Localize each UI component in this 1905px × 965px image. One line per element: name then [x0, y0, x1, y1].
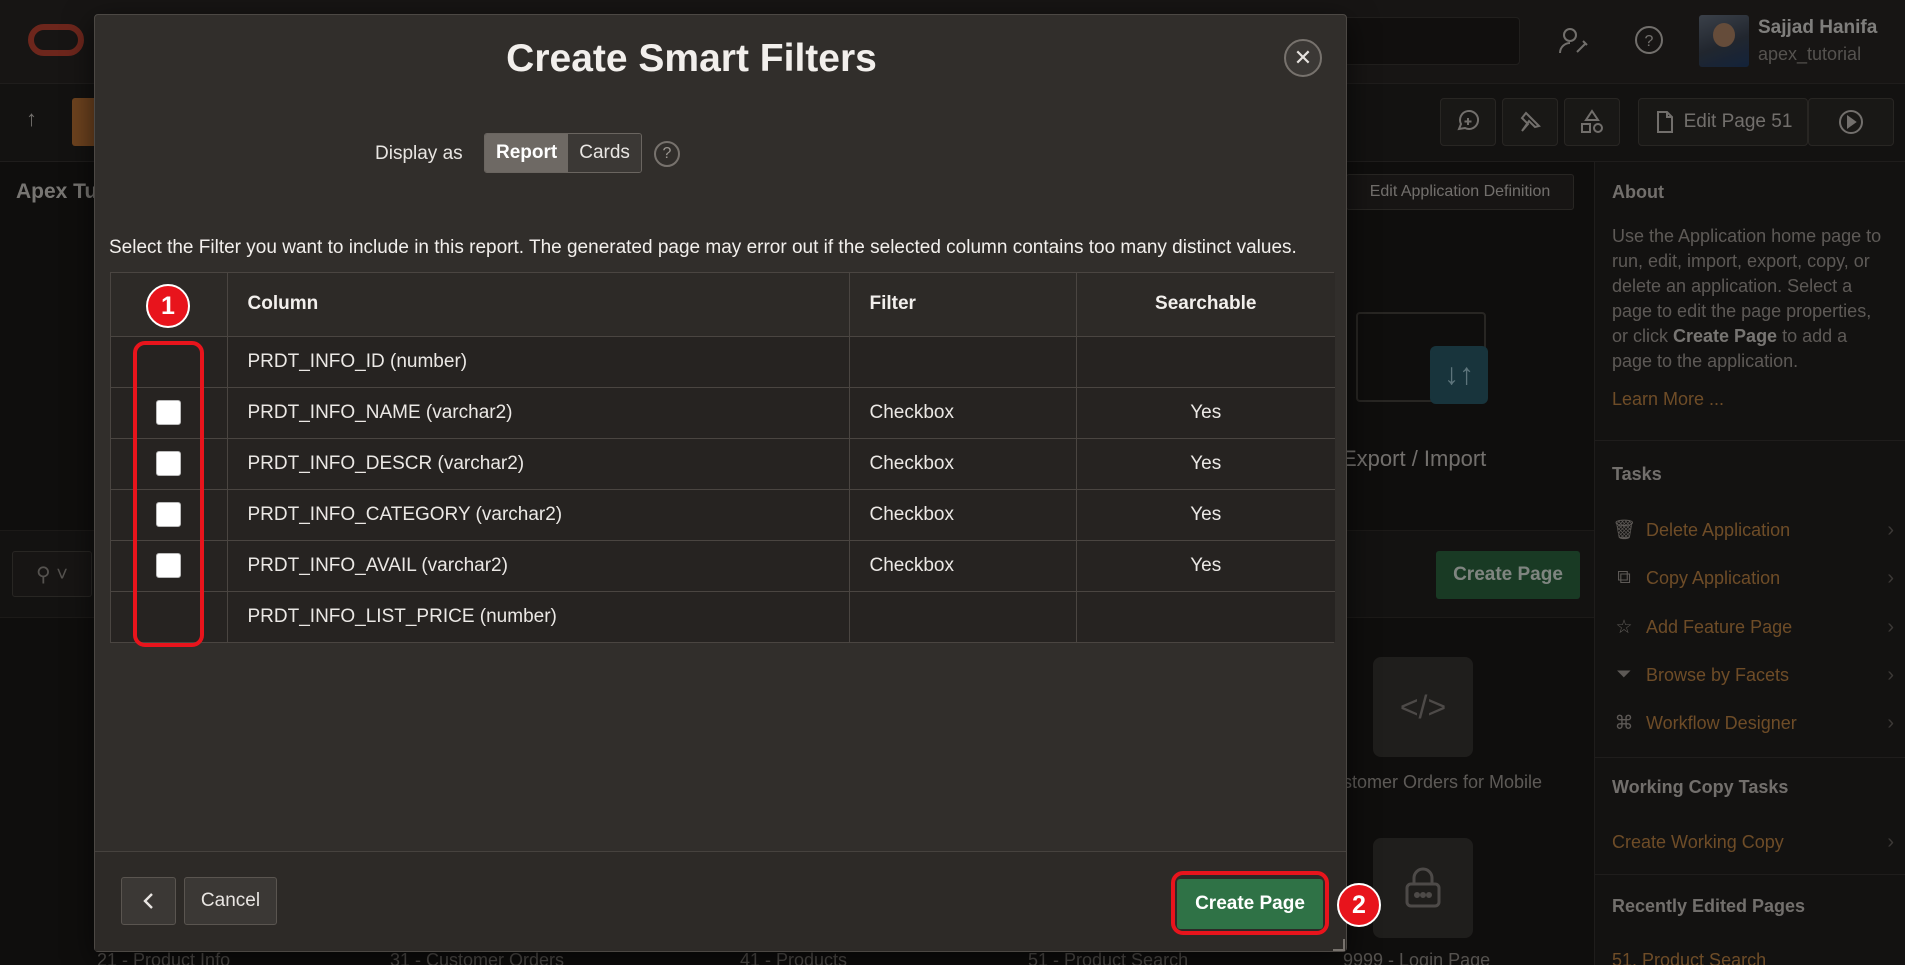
filter-cell: Checkbox — [849, 387, 1077, 439]
searchable-header: Searchable — [1076, 273, 1335, 337]
filter-cell: Checkbox — [849, 438, 1077, 490]
dialog-title: Create Smart Filters — [506, 37, 877, 80]
display-option-report[interactable]: Report — [485, 134, 569, 172]
cancel-button[interactable]: Cancel — [184, 877, 277, 925]
annotation-badge-2: 2 — [1337, 883, 1381, 927]
table-row: PRDT_INFO_NAME (varchar2) Checkbox Yes — [111, 387, 1335, 439]
filters-table: Column Filter Searchable PRDT_INFO_ID (n… — [110, 272, 1335, 643]
searchable-cell: Yes — [1076, 489, 1335, 541]
help-icon[interactable]: ? — [654, 141, 680, 167]
searchable-cell — [1076, 591, 1335, 642]
table-row: PRDT_INFO_LIST_PRICE (number) — [111, 591, 1335, 642]
table-row: PRDT_INFO_AVAIL (varchar2) Checkbox Yes — [111, 540, 1335, 592]
annotation-highlight-checkboxes — [133, 341, 204, 647]
table-row: PRDT_INFO_DESCR (varchar2) Checkbox Yes — [111, 438, 1335, 490]
searchable-cell: Yes — [1076, 438, 1335, 490]
searchable-cell: Yes — [1076, 387, 1335, 439]
filter-cell — [849, 336, 1077, 388]
instructions-text: Select the Filter you want to include in… — [109, 237, 1297, 258]
column-cell: PRDT_INFO_NAME (varchar2) — [227, 387, 850, 439]
searchable-cell: Yes — [1076, 540, 1335, 592]
create-smart-filters-dialog: Create Smart Filters ✕ Display as Report… — [94, 14, 1347, 952]
display-as-label: Display as — [375, 143, 463, 164]
column-cell: PRDT_INFO_LIST_PRICE (number) — [227, 591, 850, 642]
close-icon[interactable]: ✕ — [1284, 39, 1322, 77]
column-cell: PRDT_INFO_ID (number) — [227, 336, 850, 388]
column-cell: PRDT_INFO_AVAIL (varchar2) — [227, 540, 850, 592]
display-option-cards[interactable]: Cards — [568, 134, 641, 172]
filter-header: Filter — [849, 273, 1077, 337]
table-row: PRDT_INFO_ID (number) — [111, 336, 1335, 388]
filter-cell — [849, 591, 1077, 642]
table-header-row: Column Filter Searchable — [111, 273, 1335, 337]
filter-cell: Checkbox — [849, 540, 1077, 592]
display-as-toggle[interactable]: Report Cards — [484, 133, 642, 173]
dialog-footer — [95, 851, 1346, 951]
column-cell: PRDT_INFO_CATEGORY (varchar2) — [227, 489, 850, 541]
searchable-cell — [1076, 336, 1335, 388]
back-button[interactable] — [121, 877, 176, 925]
annotation-highlight-create-page — [1171, 871, 1329, 935]
resize-handle[interactable] — [1333, 939, 1345, 951]
table-row: PRDT_INFO_CATEGORY (varchar2) Checkbox Y… — [111, 489, 1335, 541]
column-header: Column — [227, 273, 850, 337]
annotation-badge-1: 1 — [146, 284, 190, 328]
filter-cell: Checkbox — [849, 489, 1077, 541]
column-cell: PRDT_INFO_DESCR (varchar2) — [227, 438, 850, 490]
